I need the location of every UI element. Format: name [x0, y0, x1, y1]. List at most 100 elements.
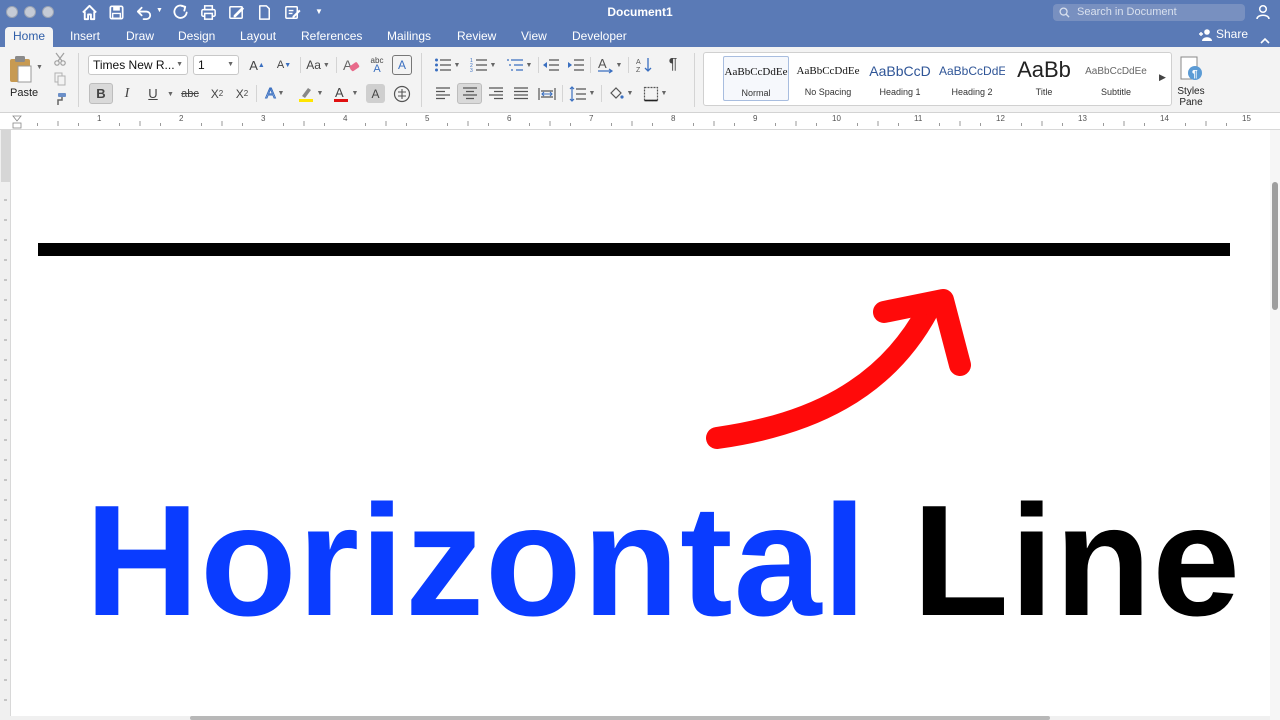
ruler-number: 13 — [1078, 114, 1087, 123]
shading-button[interactable]: ▼ — [604, 83, 636, 104]
styles-pane-icon: ¶ — [1180, 56, 1202, 80]
search-placeholder: Search in Document — [1077, 6, 1177, 18]
style-name: Subtitle — [1100, 87, 1132, 97]
shrink-font-button[interactable]: A ▼ — [272, 55, 296, 75]
ruler-number: 12 — [996, 114, 1005, 123]
style-subtitle[interactable]: AaBbCcDdEe Subtitle — [1083, 56, 1149, 101]
chevron-down-icon: ▼ — [626, 90, 634, 97]
show-formatting-marks-button[interactable]: ¶ — [662, 54, 684, 76]
vertical-ruler[interactable] — [0, 130, 11, 720]
tab-developer[interactable]: Developer — [564, 27, 635, 47]
style-normal[interactable]: AaBbCcDdEe Normal — [723, 56, 789, 101]
style-title[interactable]: AaBb Title — [1011, 56, 1077, 101]
tab-mailings[interactable]: Mailings — [379, 27, 439, 47]
tab-view[interactable]: View — [513, 27, 555, 47]
numbering-button[interactable]: 1 2 3 ▼ — [466, 55, 500, 75]
gallery-next-icon[interactable]: ▶ — [1159, 72, 1166, 83]
font-name-dropdown[interactable]: Times New R... ▼ — [88, 55, 188, 75]
distributed-button[interactable] — [535, 83, 559, 104]
borders-icon — [643, 86, 658, 101]
font-color-button[interactable]: A ▼ — [329, 83, 361, 104]
ruler-number: 10 — [832, 114, 841, 123]
shrink-font-glyph: A — [276, 59, 285, 71]
styles-pane-label-line2: Pane — [1179, 97, 1203, 108]
increase-indent-button[interactable] — [565, 55, 587, 75]
vertical-scroll-thumb[interactable] — [1272, 182, 1278, 310]
clear-formatting-button[interactable]: A — [340, 54, 362, 76]
ruler-number: 14 — [1160, 114, 1169, 123]
character-border-button[interactable]: A — [392, 55, 412, 75]
tab-layout[interactable]: Layout — [232, 27, 284, 47]
grow-font-button[interactable]: A ▲ — [245, 55, 269, 75]
character-shading-button[interactable]: A — [366, 84, 385, 103]
subscript-button[interactable]: X2 — [206, 83, 228, 104]
tab-references[interactable]: References — [293, 27, 370, 47]
ruler-number: 5 — [425, 114, 430, 123]
text-effects-button[interactable]: A ▼ — [260, 83, 290, 104]
tab-home[interactable]: Home — [5, 27, 54, 47]
align-right-button[interactable] — [485, 83, 507, 104]
copy-icon[interactable] — [52, 71, 68, 87]
underline-button[interactable]: U — [141, 83, 165, 104]
styles-gallery: AaBbCcDdEe Normal AaBbCcDdEe No Spacing … — [703, 52, 1172, 106]
style-preview: AaBbCcDdEe — [1085, 66, 1147, 77]
italic-button[interactable]: I — [116, 83, 138, 104]
style-preview: AaBb — [1017, 57, 1071, 82]
format-painter-icon[interactable] — [52, 91, 68, 107]
sort-icon: AZ — [636, 58, 652, 74]
paint-bucket-icon — [609, 86, 624, 99]
paste-button[interactable] — [5, 52, 35, 86]
horizontal-ruler[interactable]: 1 2 3 4 5 6 7 8 9 10 11 12 13 14 15 — [0, 113, 1280, 130]
bullets-button[interactable]: ▼ — [430, 55, 464, 75]
chevron-down-icon: ▼ — [660, 90, 668, 97]
line-spacing-button[interactable]: ▼ — [566, 83, 598, 104]
align-center-button[interactable] — [457, 83, 482, 104]
ruler-number: 1 — [97, 114, 102, 123]
paste-label: Paste — [10, 87, 39, 99]
document-page[interactable]: Horizontal Line — [11, 130, 1270, 716]
bullet-list-icon — [434, 58, 451, 72]
phonetic-guide-button[interactable]: abc A — [366, 54, 388, 76]
decrease-indent-button[interactable] — [540, 55, 562, 75]
left-indent-marker[interactable] — [12, 122, 22, 129]
horizontal-scrollbar[interactable] — [0, 716, 1270, 720]
align-left-button[interactable] — [432, 83, 454, 104]
tab-review[interactable]: Review — [449, 27, 504, 47]
eraser-icon: A — [343, 57, 360, 73]
asian-layout-button[interactable]: A ▼ — [593, 54, 625, 76]
tab-insert[interactable]: Insert — [62, 27, 108, 47]
chevron-down-icon: ▼ — [227, 61, 234, 68]
tab-draw[interactable]: Draw — [118, 27, 162, 47]
paste-options-icon[interactable]: ▼ — [36, 64, 43, 71]
account-icon[interactable] — [1255, 4, 1271, 20]
superscript-button[interactable]: X2 — [231, 83, 253, 104]
cut-icon[interactable] — [52, 51, 68, 67]
tab-design[interactable]: Design — [170, 27, 223, 47]
style-no-spacing[interactable]: AaBbCcDdEe No Spacing — [795, 56, 861, 101]
character-shading-icon: A — [371, 86, 380, 101]
share-button[interactable]: Share — [1198, 25, 1248, 47]
chevron-down-icon: ▼ — [489, 61, 497, 69]
vertical-scrollbar[interactable] — [1270, 130, 1280, 720]
horizontal-line[interactable] — [38, 243, 1230, 256]
first-line-indent-marker[interactable] — [12, 115, 22, 122]
borders-button[interactable]: ▼ — [639, 83, 671, 104]
search-input[interactable]: Search in Document — [1053, 4, 1245, 21]
chevron-down-icon: ▼ — [588, 90, 596, 97]
enclose-characters-button[interactable] — [391, 83, 413, 105]
multilevel-list-button[interactable]: ▼ — [502, 55, 536, 75]
bold-button[interactable]: B — [89, 83, 113, 104]
strikethrough-button[interactable]: abc — [176, 83, 204, 104]
style-heading-2[interactable]: AaBbCcDdE Heading 2 — [939, 56, 1005, 101]
underline-options-icon[interactable]: ▼ — [167, 91, 174, 98]
change-case-button[interactable]: Aa ▼ — [304, 55, 332, 75]
sort-button[interactable]: AZ — [631, 54, 657, 76]
svg-text:Z: Z — [636, 67, 641, 74]
ruler-ticks — [12, 115, 1227, 129]
style-heading-1[interactable]: AaBbCcD Heading 1 — [867, 56, 933, 101]
styles-pane-button[interactable]: ¶ Styles Pane — [1176, 55, 1206, 108]
font-size-dropdown[interactable]: 1 ▼ — [193, 55, 239, 75]
horizontal-scroll-thumb[interactable] — [190, 716, 1050, 720]
justify-button[interactable] — [510, 83, 532, 104]
highlight-color-button[interactable]: ▼ — [294, 83, 326, 104]
